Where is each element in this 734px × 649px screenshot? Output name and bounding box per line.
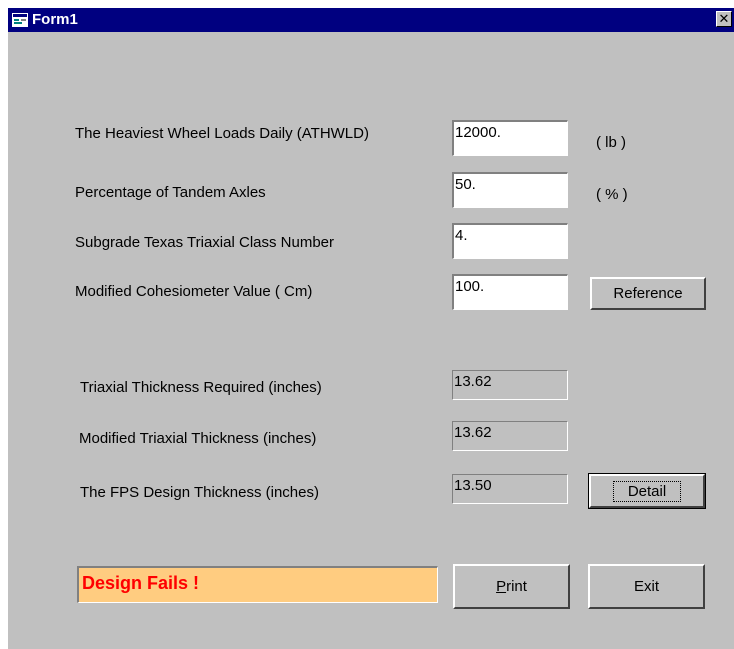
design-status-text: Design Fails ! [82, 573, 200, 593]
athwld-label: The Heaviest Wheel Loads Daily (ATHWLD) [75, 125, 369, 142]
form-window-icon [12, 13, 28, 27]
athwld-input[interactable]: 12000. [452, 120, 568, 156]
triaxial-class-input[interactable]: 4. [452, 223, 568, 259]
form1-window: Form1 ✕ The Heaviest Wheel Loads Daily (… [8, 8, 734, 649]
fps-design-label: The FPS Design Thickness (inches) [80, 484, 319, 501]
print-button[interactable]: Print [453, 564, 570, 609]
close-button[interactable]: ✕ [716, 11, 732, 27]
tandem-axles-input[interactable]: 50. [452, 172, 568, 208]
cohesiometer-input[interactable]: 100. [452, 274, 568, 310]
window-title: Form1 [32, 11, 78, 28]
design-status-panel: Design Fails ! [77, 566, 438, 603]
detail-button[interactable]: Detail [588, 473, 706, 509]
print-button-label: Print [496, 578, 527, 595]
triaxial-thickness-label: Triaxial Thickness Required (inches) [80, 379, 322, 396]
athwld-unit: ( lb ) [596, 134, 626, 151]
triaxial-thickness-output: 13.62 [452, 370, 568, 400]
modified-triaxial-output: 13.62 [452, 421, 568, 451]
cohesiometer-label: Modified Cohesiometer Value ( Cm) [75, 283, 313, 300]
modified-triaxial-label: Modified Triaxial Thickness (inches) [79, 430, 317, 447]
triaxial-class-label: Subgrade Texas Triaxial Class Number [75, 234, 335, 251]
close-icon: ✕ [718, 11, 730, 26]
exit-button[interactable]: Exit [588, 564, 705, 609]
title-bar[interactable]: Form1 ✕ [8, 8, 734, 32]
tandem-axles-label: Percentage of Tandem Axles [75, 184, 266, 201]
tandem-axles-unit: ( % ) [596, 186, 628, 203]
detail-button-label: Detail [612, 480, 682, 502]
fps-design-output: 13.50 [452, 474, 568, 504]
reference-button[interactable]: Reference [590, 277, 706, 310]
